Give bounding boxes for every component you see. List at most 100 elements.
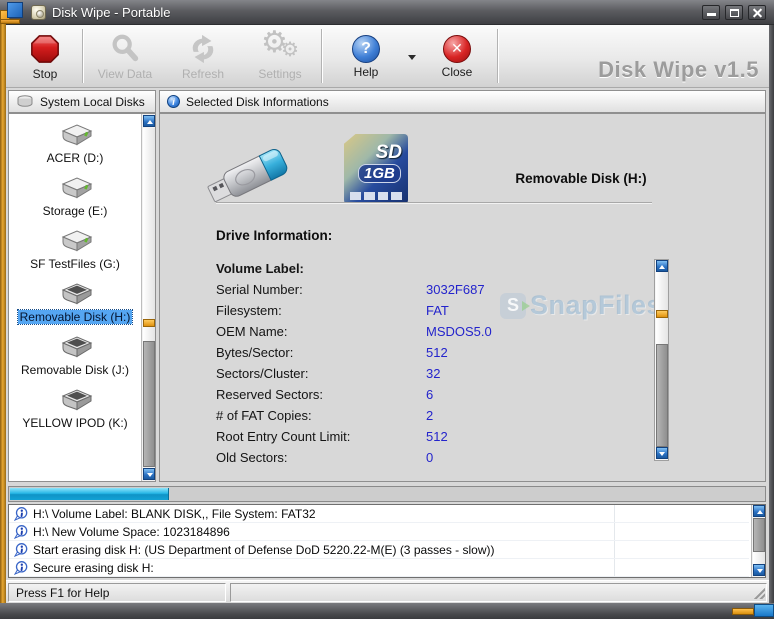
- separator-line: [216, 202, 652, 203]
- arrow-up-icon: [659, 264, 665, 269]
- sd-capacity-badge: 1GB: [358, 164, 401, 183]
- app-icon: [31, 4, 46, 20]
- field-label: OEM Name:: [216, 324, 288, 339]
- sd-logo-text: SD: [375, 142, 402, 163]
- sd-card-icon: SD 1GB: [344, 134, 408, 204]
- window-frame-right: [769, 25, 774, 605]
- log-entry-text: Secure erasing disk H:: [33, 560, 154, 575]
- scroll-down-button[interactable]: [143, 468, 155, 480]
- scrollbar-thumb[interactable]: [753, 518, 765, 552]
- info-panel-scrollbar[interactable]: [654, 259, 669, 461]
- close-window-button[interactable]: [748, 5, 766, 20]
- info-bubble-icon: [14, 524, 28, 539]
- drive-item-yellow-ipod-k[interactable]: YELLOW IPOD (K:): [9, 381, 141, 434]
- status-empty-cell: [230, 583, 767, 602]
- scroll-up-button[interactable]: [655, 260, 668, 272]
- removable-drive-icon: [61, 283, 93, 305]
- scroll-up-button[interactable]: [753, 505, 765, 517]
- scroll-down-button[interactable]: [753, 564, 765, 576]
- activity-log[interactable]: H:\ Volume Label: BLANK DISK,, File Syst…: [8, 504, 766, 578]
- arrow-up-icon: [146, 119, 153, 124]
- window-frame-bottom: [0, 603, 774, 619]
- scroll-up-button[interactable]: [143, 115, 155, 127]
- close-app-button[interactable]: Close: [429, 28, 485, 85]
- field-row-root-entry-count: Root Entry Count Limit: 512: [216, 429, 652, 450]
- minimize-button[interactable]: [702, 5, 720, 20]
- hard-drive-icon: [61, 124, 93, 146]
- left-panel-header: System Local Disks: [8, 90, 156, 113]
- drive-list-scrollbar[interactable]: [141, 114, 155, 481]
- drive-information-heading: Drive Information:: [216, 228, 333, 243]
- drive-item-storage-e[interactable]: Storage (E:): [9, 169, 141, 222]
- drive-label-selected: Removable Disk (H:): [16, 309, 134, 325]
- maximize-button[interactable]: [725, 5, 743, 20]
- help-dropdown-button[interactable]: [402, 45, 422, 69]
- drive-item-acer-d[interactable]: ACER (D:): [9, 116, 141, 169]
- right-panel-header-label: Selected Disk Informations: [186, 94, 329, 109]
- disks-icon: [17, 95, 33, 107]
- field-label: Volume Label:: [216, 261, 304, 276]
- drive-label: ACER (D:): [46, 151, 104, 165]
- status-text: Press F1 for Help: [16, 585, 110, 600]
- log-entry[interactable]: Secure erasing disk H:: [9, 559, 749, 577]
- arrow-up-icon: [756, 509, 763, 514]
- drive-item-removable-h[interactable]: Removable Disk (H:): [9, 275, 141, 328]
- log-entry[interactable]: H:\ Volume Label: BLANK DISK,, File Syst…: [9, 505, 749, 523]
- scrollbar-thumb[interactable]: [655, 310, 668, 318]
- field-label: Filesystem:: [216, 303, 282, 318]
- refresh-icon: [192, 34, 214, 63]
- hard-drive-icon: [61, 177, 93, 199]
- stop-button[interactable]: Stop: [16, 28, 74, 85]
- drive-label: Removable Disk (J:): [20, 363, 130, 377]
- scrollbar-track: [655, 318, 668, 344]
- scrollbar-track: [753, 552, 765, 564]
- scroll-down-button[interactable]: [655, 447, 668, 459]
- drive-item-sf-testfiles-g[interactable]: SF TestFiles (G:): [9, 222, 141, 275]
- field-row-bytes-sector: Bytes/Sector: 512: [216, 345, 652, 366]
- selected-disk-info-panel: SD 1GB Removable Disk (H:) Drive Informa…: [159, 113, 766, 482]
- toolbar-separator: [497, 29, 498, 83]
- help-button[interactable]: Help: [336, 28, 396, 85]
- settings-button[interactable]: ⚙ ⚙ Settings: [247, 26, 313, 85]
- progress-fill: [10, 488, 169, 500]
- selected-disk-title: Removable Disk (H:): [515, 171, 647, 186]
- field-value: 32: [426, 366, 441, 381]
- drive-label: SF TestFiles (G:): [30, 257, 120, 271]
- arrow-down-icon: [146, 472, 153, 477]
- scrollbar-track: [143, 327, 155, 341]
- skin-corner-decoration: [0, 0, 26, 26]
- drive-item-removable-j[interactable]: Removable Disk (J:): [9, 328, 141, 381]
- field-value: FAT: [426, 303, 449, 318]
- magnifier-icon: [112, 34, 139, 61]
- field-label: Sectors/Cluster:: [216, 366, 309, 381]
- info-bubble-icon: [14, 560, 28, 575]
- close-circle-icon: [443, 34, 471, 63]
- field-label: Serial Number:: [216, 282, 303, 297]
- log-entry[interactable]: H:\ New Volume Space: 1023184896: [9, 523, 749, 541]
- refresh-label: Refresh: [181, 66, 225, 81]
- log-scrollbar[interactable]: [751, 505, 765, 577]
- wipe-progress-bar: [8, 486, 766, 502]
- scrollbar-thumb[interactable]: [143, 319, 155, 327]
- view-data-button[interactable]: View Data: [89, 28, 161, 85]
- toolbar-separator: [82, 29, 83, 83]
- refresh-button[interactable]: Refresh: [168, 28, 238, 85]
- log-entry[interactable]: Start erasing disk H: (US Department of …: [9, 541, 749, 559]
- arrow-down-icon: [659, 451, 665, 456]
- maximize-icon: [730, 9, 739, 17]
- status-bar: Press F1 for Help: [6, 580, 769, 603]
- hard-drive-icon: [61, 230, 93, 252]
- field-row-reserved-sectors: Reserved Sectors: 6: [216, 387, 652, 408]
- status-message-cell: Press F1 for Help: [8, 583, 226, 602]
- info-bubble-icon: [14, 506, 28, 521]
- field-row-fat-copies: # of FAT Copies: 2: [216, 408, 652, 429]
- field-row-old-sectors: Old Sectors: 0: [216, 450, 652, 471]
- field-row-volume-label: Volume Label:: [216, 261, 652, 282]
- client-area: Stop View Data Refresh ⚙ ⚙ Settings ? He…: [6, 25, 769, 603]
- skin-bottom-orange-decoration: [732, 608, 754, 615]
- info-icon: [167, 95, 180, 108]
- field-row-sectors-cluster: Sectors/Cluster: 32: [216, 366, 652, 387]
- arrow-down-icon: [756, 568, 763, 573]
- field-label: Old Sectors:: [216, 450, 288, 465]
- usb-flash-drive-icon: [207, 149, 288, 203]
